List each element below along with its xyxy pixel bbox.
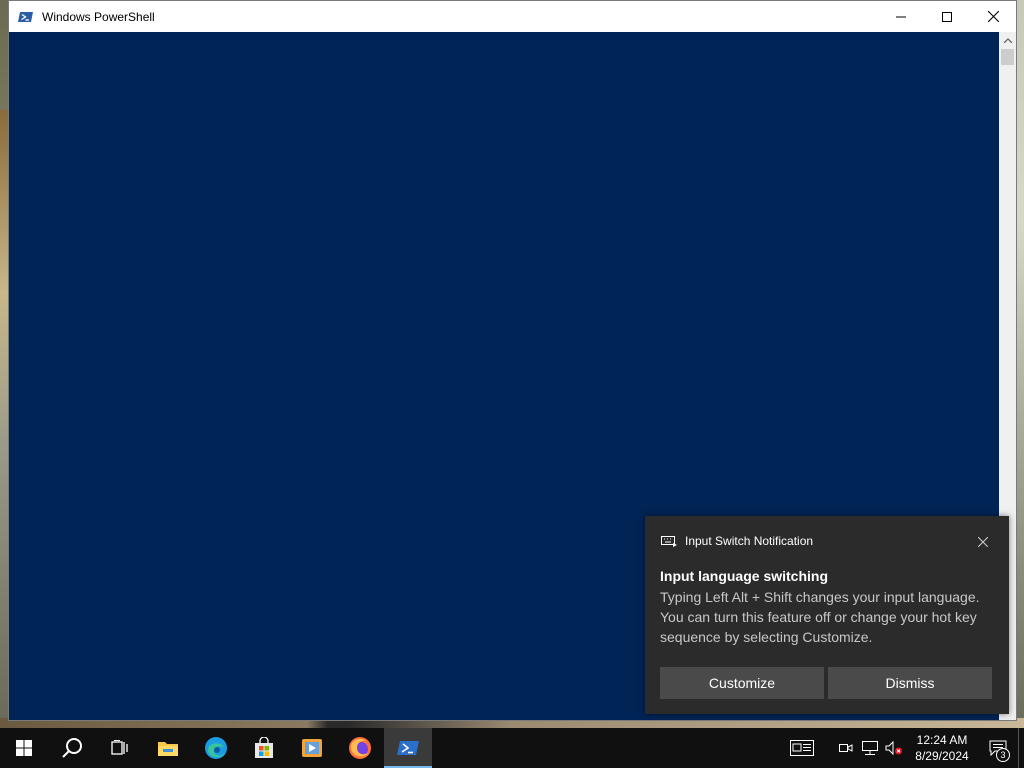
notification-count-badge: 3 — [996, 748, 1010, 762]
close-icon — [978, 537, 988, 547]
wallpaper-right-edge — [1016, 0, 1024, 728]
store-icon — [255, 737, 273, 758]
toast-body: Typing Left Alt + Shift changes your inp… — [660, 589, 980, 645]
folder-icon — [158, 742, 178, 756]
meet-now-button[interactable] — [834, 728, 858, 768]
show-desktop-button[interactable] — [1018, 728, 1024, 768]
wallpaper-left-edge — [0, 110, 8, 720]
toast-app-name: Input Switch Notification — [685, 534, 814, 548]
close-button[interactable] — [970, 1, 1016, 32]
keyboard-icon — [661, 536, 677, 547]
maximize-button[interactable] — [924, 1, 970, 32]
news-icon — [790, 740, 814, 756]
taskbar-powershell[interactable] — [384, 728, 432, 768]
taskbar-store[interactable] — [240, 728, 288, 768]
windows-logo-icon — [16, 740, 32, 756]
search-button[interactable] — [48, 728, 96, 768]
window-title: Windows PowerShell — [42, 9, 155, 24]
search-icon — [62, 738, 82, 758]
taskbar-firefox[interactable] — [336, 728, 384, 768]
chevron-up-icon — [1003, 38, 1012, 43]
minimize-icon — [896, 16, 906, 17]
toast-close-button[interactable] — [975, 534, 991, 550]
powershell-icon — [397, 741, 419, 755]
volume-muted-icon — [885, 741, 902, 755]
news-button[interactable] — [784, 728, 820, 768]
powershell-icon — [18, 11, 33, 22]
firefox-icon — [349, 737, 371, 759]
window-controls — [878, 1, 1016, 32]
task-view-button[interactable] — [96, 728, 144, 768]
taskbar-media-player[interactable] — [288, 728, 336, 768]
system-tray: 12:24 AM 8/29/2024 3 — [784, 728, 1024, 768]
action-center-button[interactable]: 3 — [978, 728, 1018, 768]
network-icon — [862, 741, 878, 755]
toast-title: Input language switching — [660, 568, 828, 584]
input-switch-notification[interactable]: Input Switch Notification Input language… — [645, 516, 1009, 714]
volume-button[interactable] — [882, 728, 906, 768]
clock-date: 8/29/2024 — [915, 749, 969, 763]
maximize-icon — [942, 11, 952, 22]
task-view-icon — [111, 740, 128, 755]
camera-icon — [839, 744, 853, 752]
window-titlebar[interactable]: Windows PowerShell — [9, 1, 1016, 32]
dismiss-button[interactable]: Dismiss — [828, 667, 992, 699]
scroll-up-button[interactable] — [999, 32, 1016, 49]
clock-time: 12:24 AM — [916, 733, 968, 747]
start-button[interactable] — [0, 728, 48, 768]
network-button[interactable] — [858, 728, 882, 768]
scroll-thumb[interactable] — [1001, 49, 1014, 65]
taskbar: 12:24 AM 8/29/2024 3 — [0, 728, 1024, 768]
minimize-button[interactable] — [878, 1, 924, 32]
toast-header: Input Switch Notification — [661, 534, 813, 548]
taskbar-edge[interactable] — [192, 728, 240, 768]
media-player-icon — [302, 739, 322, 757]
customize-button[interactable]: Customize — [660, 667, 824, 699]
close-icon — [987, 11, 999, 22]
toast-actions: Customize Dismiss — [660, 667, 992, 699]
clock[interactable]: 12:24 AM 8/29/2024 — [906, 732, 978, 764]
taskbar-file-explorer[interactable] — [144, 728, 192, 768]
edge-icon — [205, 737, 227, 759]
